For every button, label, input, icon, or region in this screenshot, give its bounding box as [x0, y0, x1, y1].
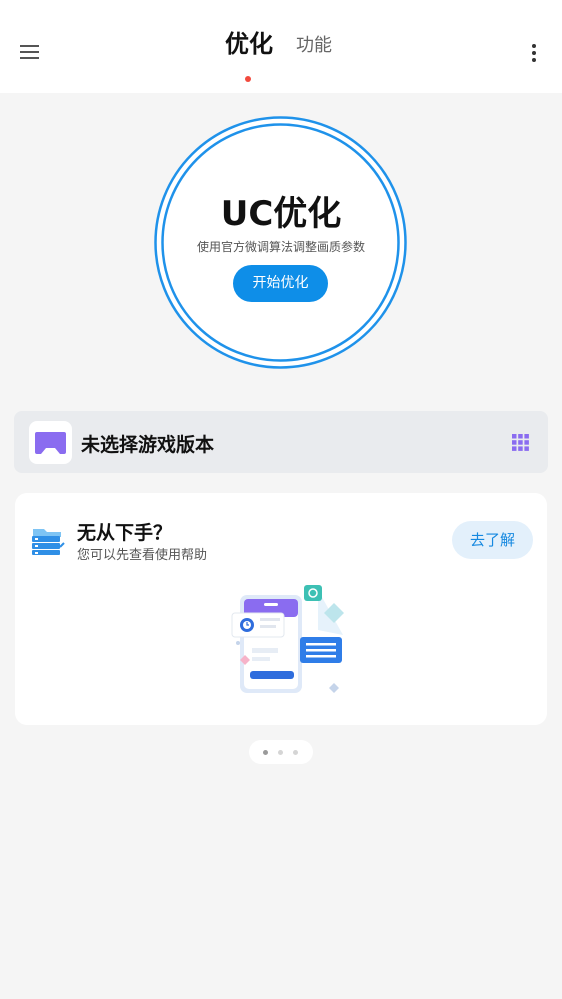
- gamepad-icon: [35, 432, 66, 454]
- grid-icon[interactable]: [512, 434, 529, 451]
- learn-more-button[interactable]: 去了解: [452, 521, 533, 559]
- optimize-subtitle: 使用官方微调算法调整画质参数: [196, 240, 365, 254]
- help-subtitle: 您可以先查看使用帮助: [77, 548, 208, 563]
- hamburger-menu-icon[interactable]: [20, 44, 40, 60]
- more-vertical-icon[interactable]: [526, 42, 542, 64]
- game-icon-container: [29, 421, 72, 464]
- page-dot: [278, 750, 283, 755]
- page-dot: [293, 750, 298, 755]
- tab-features[interactable]: 功能: [296, 31, 332, 57]
- page-dot-active: [263, 750, 268, 755]
- top-bar: 优化 功能: [0, 0, 562, 93]
- start-optimize-button[interactable]: 开始优化: [233, 265, 328, 302]
- active-tab-indicator: [245, 76, 251, 82]
- help-card: 无从下手？ 您可以先查看使用帮助 去了解: [15, 493, 547, 725]
- optimize-title: UC优化: [220, 194, 342, 234]
- folder-list-icon: [32, 529, 65, 555]
- phone-help-illustration: [231, 585, 344, 693]
- game-version-label: 未选择游戏版本: [81, 434, 215, 456]
- tab-optimize[interactable]: 优化: [225, 24, 273, 59]
- help-title: 无从下手？: [77, 522, 173, 544]
- page-indicator: [249, 740, 313, 764]
- game-version-selector[interactable]: 未选择游戏版本: [14, 411, 548, 473]
